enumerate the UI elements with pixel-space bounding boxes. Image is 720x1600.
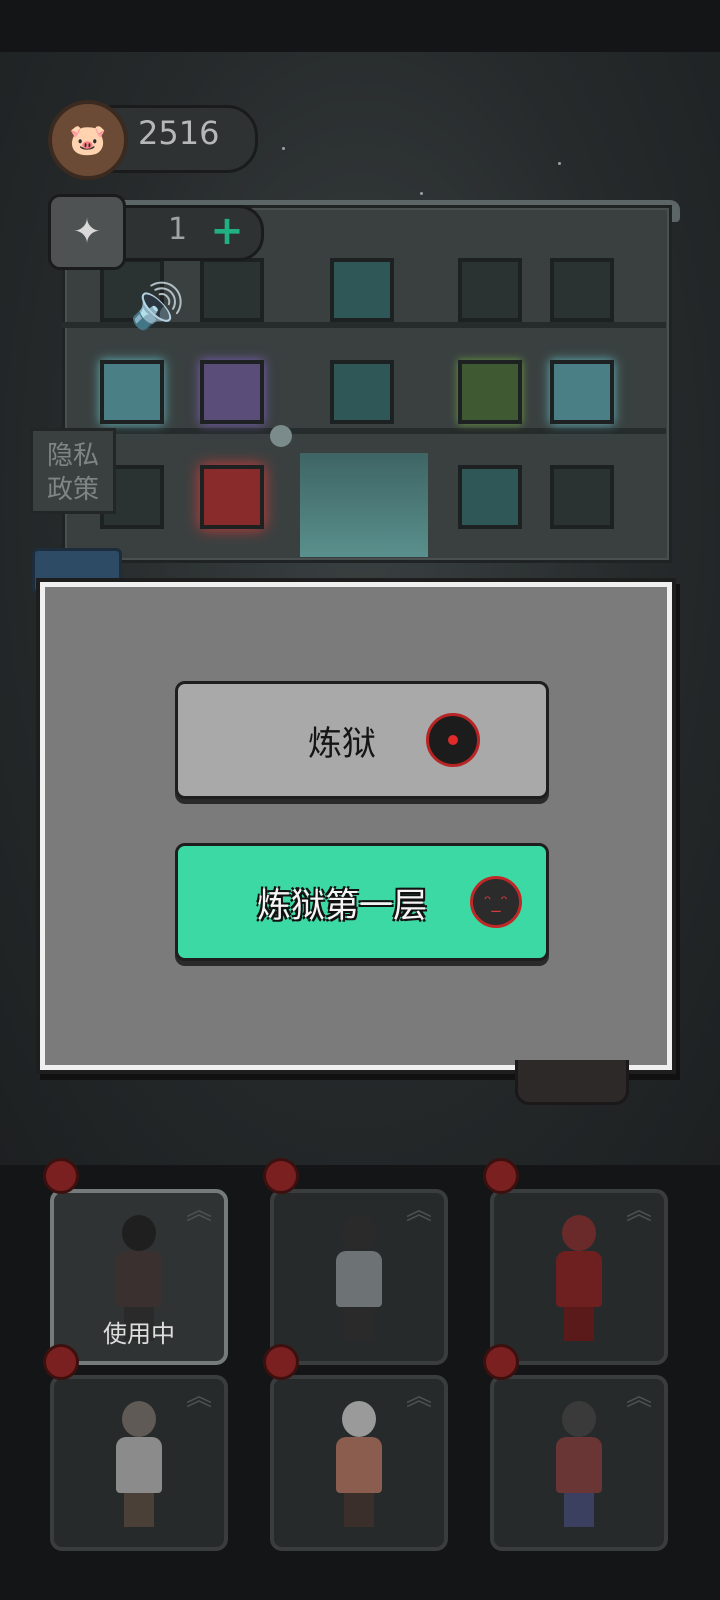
character-card[interactable]: ︽ — [50, 1375, 228, 1551]
character-panel: ︽ 使用中 ︽ ︽ ︽ ︽ ︽ — [0, 1158, 720, 1600]
window-figure[interactable] — [200, 360, 264, 424]
option-purgatory-level-1[interactable]: 炼狱第一层 ᵔ_ᵔ — [175, 843, 549, 961]
demon-face-icon: ᵔ_ᵔ — [470, 876, 522, 928]
puzzle-count: 1 — [168, 212, 188, 247]
character-avatar — [552, 1401, 606, 1527]
privacy-policy-button[interactable]: 隐私 政策 — [30, 428, 116, 514]
window-silhouettes[interactable] — [458, 465, 522, 529]
window-slime[interactable] — [458, 360, 522, 424]
street-lamp — [270, 425, 292, 447]
pig-coin-icon: 🐷 — [48, 100, 128, 180]
notification-dot — [263, 1158, 299, 1194]
upgrade-icon: ︽ — [625, 1196, 652, 1226]
option-purgatory[interactable]: 炼狱 — [175, 681, 549, 799]
character-avatar — [112, 1401, 166, 1527]
demon-avatar-icon — [426, 713, 480, 767]
upgrade-icon: ︽ — [185, 1196, 212, 1226]
character-card[interactable]: ︽ — [490, 1189, 668, 1365]
speaker-icon[interactable]: 🔊 — [130, 280, 196, 336]
notification-dot — [43, 1158, 79, 1194]
level-select-dialog: 炼狱 炼狱第一层 ᵔ_ᵔ — [40, 582, 672, 1070]
option-label: 炼狱第一层 — [257, 885, 427, 926]
upgrade-icon: ︽ — [625, 1382, 652, 1412]
character-card[interactable]: ︽ — [270, 1375, 448, 1551]
puzzle-piece-icon: ✦ — [48, 194, 126, 270]
option-label: 炼狱 — [308, 723, 376, 764]
window[interactable] — [200, 258, 264, 322]
privacy-policy-label: 隐私 政策 — [46, 441, 99, 505]
planter-box — [515, 1060, 629, 1105]
window[interactable] — [330, 360, 394, 424]
character-avatar — [332, 1401, 386, 1527]
notification-dot — [43, 1344, 79, 1380]
character-avatar — [332, 1215, 386, 1341]
window[interactable] — [550, 465, 614, 529]
building-entrance[interactable] — [300, 453, 428, 557]
notification-dot — [483, 1158, 519, 1194]
upgrade-icon: ︽ — [185, 1382, 212, 1412]
in-use-label: 使用中 — [103, 1320, 175, 1348]
floor-divider — [62, 428, 666, 434]
upgrade-icon: ︽ — [405, 1196, 432, 1226]
notification-dot — [483, 1344, 519, 1380]
window-silhouette[interactable] — [550, 360, 614, 424]
add-puzzle-button[interactable]: + — [210, 211, 244, 251]
window-ghost[interactable] — [100, 360, 164, 424]
coin-count: 2516 — [138, 114, 220, 152]
character-card[interactable]: ︽ 使用中 — [50, 1189, 228, 1365]
character-avatar — [552, 1215, 606, 1341]
window[interactable] — [550, 258, 614, 322]
status-bar — [0, 0, 720, 52]
character-card[interactable]: ︽ — [270, 1189, 448, 1365]
character-card[interactable]: ︽ — [490, 1375, 668, 1551]
window[interactable] — [458, 258, 522, 322]
window-red-figure[interactable] — [200, 465, 264, 529]
window[interactable] — [330, 258, 394, 322]
upgrade-icon: ︽ — [405, 1382, 432, 1412]
notification-dot — [263, 1344, 299, 1380]
